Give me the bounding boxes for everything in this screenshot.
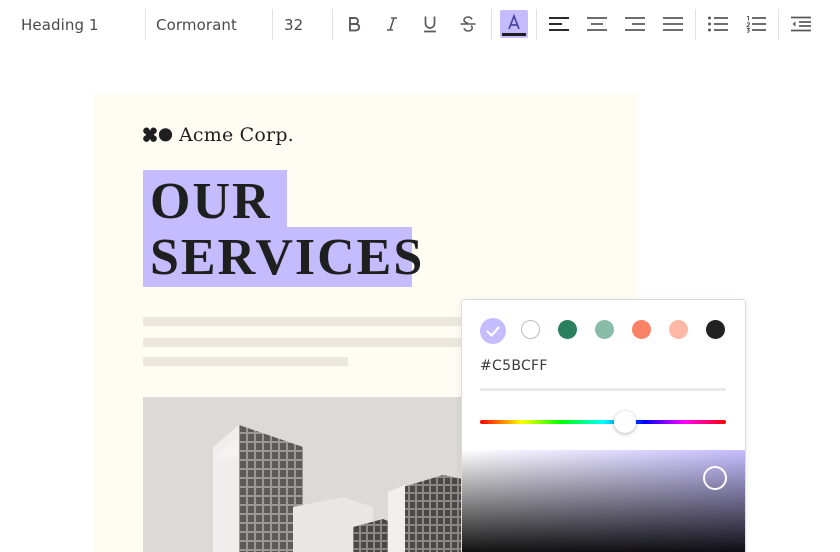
underline-button[interactable] — [416, 10, 444, 38]
color-swatch[interactable] — [706, 320, 725, 339]
color-swatch[interactable] — [669, 320, 688, 339]
font-family-select[interactable]: Cormorant — [156, 16, 237, 34]
toolbar-divider — [778, 9, 779, 40]
saturation-value-thumb[interactable] — [703, 466, 727, 490]
checkmark-icon — [486, 326, 500, 337]
align-left-icon — [549, 17, 569, 31]
toolbar-divider — [272, 9, 273, 40]
building-illustration — [213, 425, 483, 552]
underline-icon — [424, 16, 436, 33]
align-center-icon — [587, 17, 607, 31]
highlight-color-button[interactable] — [500, 10, 528, 38]
heading-line-2[interactable]: SERVICES — [150, 232, 424, 284]
color-swatch[interactable] — [632, 320, 651, 339]
editor-toolbar: Heading 1 Cormorant 32 — [0, 0, 840, 50]
brand-name: Acme Corp. — [179, 124, 294, 146]
heading-line-1[interactable]: OUR — [150, 176, 272, 228]
color-swatch[interactable] — [595, 320, 614, 339]
toolbar-divider — [332, 9, 333, 40]
strikethrough-button[interactable] — [454, 10, 482, 38]
building-photo — [143, 397, 483, 552]
toolbar-divider — [145, 9, 146, 40]
clover-logo-icon — [143, 127, 173, 142]
toolbar-divider — [491, 9, 492, 40]
toolbar-divider — [536, 9, 537, 40]
bold-icon — [349, 17, 361, 32]
italic-button[interactable] — [378, 10, 406, 38]
hue-slider-track[interactable] — [480, 420, 726, 424]
bullet-list-button[interactable] — [704, 10, 732, 38]
brand-logo: Acme Corp. — [143, 124, 294, 146]
color-swatch-selected[interactable] — [480, 318, 506, 344]
saturation-value-field[interactable] — [462, 450, 745, 552]
bold-button[interactable] — [340, 10, 368, 38]
italic-icon — [387, 17, 397, 31]
color-picker-popover: #C5BCFF — [461, 299, 746, 552]
numbered-list-button[interactable] — [742, 10, 770, 38]
align-justify-icon — [663, 17, 683, 31]
hex-color-input[interactable]: #C5BCFF — [480, 358, 548, 374]
color-swatch[interactable] — [558, 320, 577, 339]
block-style-select[interactable]: Heading 1 — [21, 16, 99, 34]
numbered-list-icon — [746, 16, 766, 33]
align-center-button[interactable] — [583, 10, 611, 38]
align-left-button[interactable] — [545, 10, 573, 38]
strikethrough-icon — [460, 16, 476, 32]
color-swatch[interactable] — [521, 320, 540, 339]
bullet-list-icon — [708, 16, 728, 32]
outdent-button[interactable] — [787, 10, 815, 38]
body-text-placeholder — [143, 338, 473, 347]
font-size-select[interactable]: 32 — [284, 16, 303, 34]
align-right-button[interactable] — [621, 10, 649, 38]
hex-input-underline — [480, 388, 726, 391]
highlight-color-icon — [502, 13, 526, 36]
hue-slider-thumb[interactable] — [614, 411, 636, 433]
align-right-icon — [625, 17, 645, 31]
body-text-placeholder — [143, 317, 473, 326]
toolbar-divider — [695, 9, 696, 40]
outdent-icon — [791, 16, 811, 32]
align-justify-button[interactable] — [659, 10, 687, 38]
body-text-placeholder — [143, 357, 348, 366]
